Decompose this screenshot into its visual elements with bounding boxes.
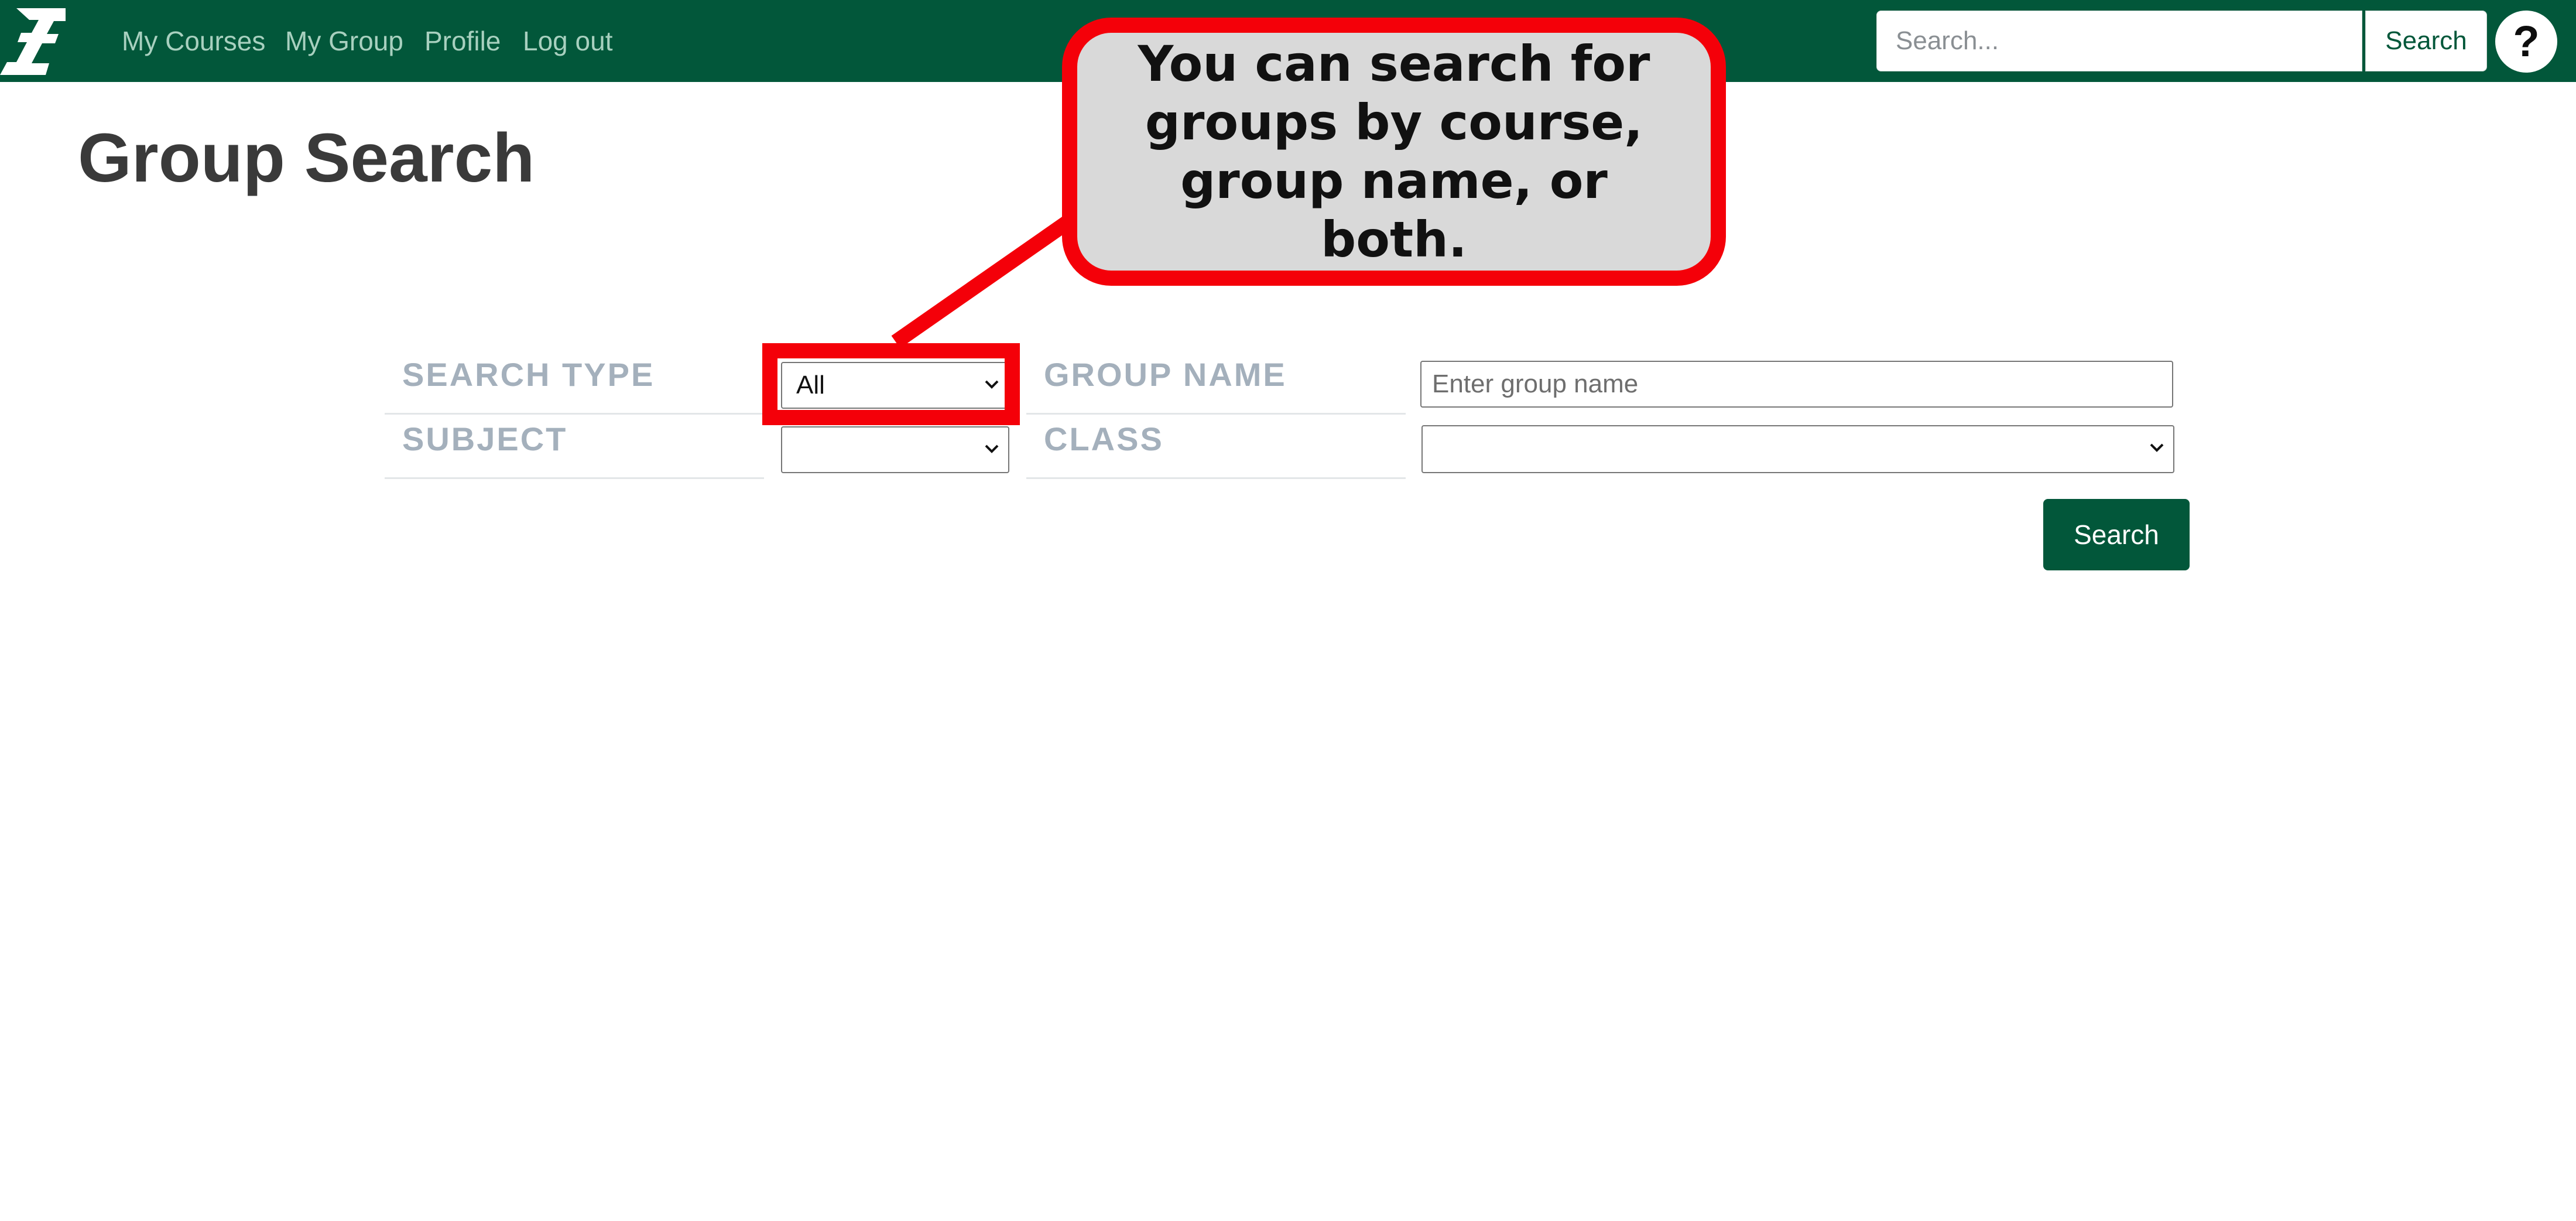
- nav-link-my-courses[interactable]: My Courses: [122, 23, 265, 59]
- help-icon[interactable]: ?: [2495, 11, 2557, 73]
- nav-search-input[interactable]: [1876, 11, 2362, 71]
- chevron-down-icon: [2150, 443, 2164, 452]
- highlight-box: [762, 343, 1020, 425]
- nav-link-log-out[interactable]: Log out: [523, 23, 612, 59]
- page-title: Group Search: [78, 119, 535, 197]
- annotation-callout: You can search for groups by course, gro…: [1062, 18, 1726, 286]
- search-type-label: SEARCH TYPE: [385, 351, 764, 415]
- nav-link-my-group[interactable]: My Group: [285, 23, 403, 59]
- group-search-button[interactable]: Search: [2043, 499, 2190, 570]
- university-logo-icon[interactable]: [0, 8, 66, 75]
- class-label: CLASS: [1026, 416, 1406, 479]
- nav-link-profile[interactable]: Profile: [424, 23, 501, 59]
- group-name-input[interactable]: [1420, 361, 2173, 408]
- nav-search-button[interactable]: Search: [2365, 11, 2487, 71]
- group-name-label: GROUP NAME: [1026, 351, 1406, 415]
- subject-label: SUBJECT: [385, 416, 764, 479]
- callout-text: You can search for groups by course, gro…: [1138, 35, 1650, 268]
- subject-select[interactable]: [781, 426, 1009, 473]
- class-select[interactable]: [1421, 425, 2174, 473]
- chevron-down-icon: [985, 444, 999, 453]
